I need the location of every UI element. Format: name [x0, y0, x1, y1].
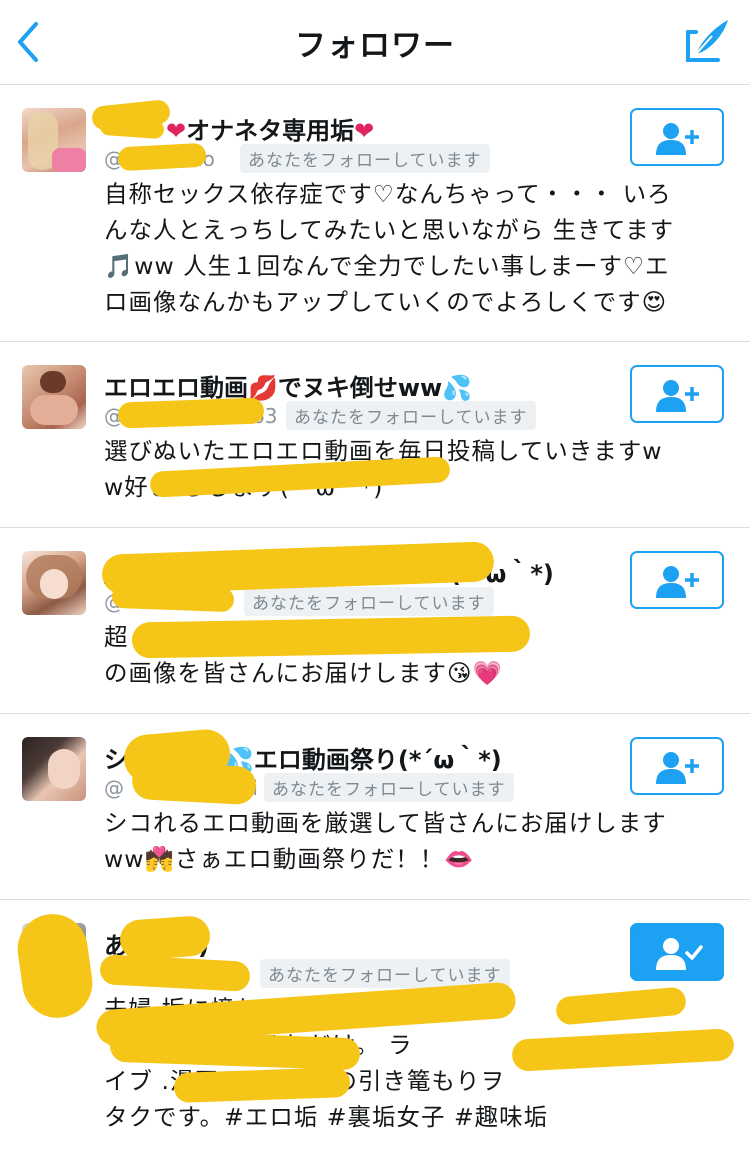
- add-user-icon: [656, 752, 699, 784]
- follower-row[interactable]: シ💦エロ動画祭り(*´ω｀*) @si あなたをフォローしています シコれるエロ…: [0, 714, 750, 900]
- follow-button[interactable]: [630, 365, 724, 423]
- follower-bio: シコれるエロ動画を厳選して皆さんにお届けします ww💏さぁエロ動画祭りだ！！👄: [104, 809, 667, 873]
- redaction-mark: [118, 914, 212, 962]
- follow-button[interactable]: [630, 551, 724, 609]
- follows-you-badge: あなたをフォローしています: [286, 401, 536, 430]
- redaction-mark: [117, 397, 265, 429]
- follower-row[interactable]: 超(*´ω｀*) @ あなたをフォローしています 超 ヌケルオススメ の画像を皆…: [0, 528, 750, 714]
- following-button[interactable]: [630, 923, 724, 981]
- follower-name: エロエロ動画💋でヌキ倒せww💦: [104, 374, 473, 402]
- redaction-mark: [117, 142, 207, 172]
- redaction-mark: [131, 760, 257, 806]
- follows-you-badge: あなたをフォローしています: [240, 144, 490, 173]
- page-title: フォロワー: [295, 28, 455, 64]
- redaction-mark: [99, 954, 251, 992]
- follows-you-badge: あなたをフォローしています: [244, 587, 494, 616]
- user-check-icon: [656, 938, 703, 970]
- follower-row[interactable]: あ) @ あなたをフォローしています 夫婦 垢に憧れてるだけ。 ー マ だけ。た…: [0, 900, 750, 1150]
- add-user-icon: [656, 566, 699, 598]
- follows-you-badge: あなたをフォローしています: [264, 773, 514, 802]
- avatar[interactable]: [22, 551, 86, 615]
- follower-row[interactable]: エロエロ動画💋でヌキ倒せww💦 @63 あなたをフォローしています 選びぬいたエ…: [0, 342, 750, 528]
- avatar[interactable]: [22, 365, 86, 429]
- redaction-mark: [131, 615, 531, 659]
- add-user-icon: [656, 380, 699, 412]
- follower-list: ❤オナネタ専用垢❤ @no あなたをフォローしています 自称セックス依存症です♡…: [0, 85, 750, 1150]
- compose-icon[interactable]: [682, 16, 732, 66]
- follower-row[interactable]: ❤オナネタ専用垢❤ @no あなたをフォローしています 自称セックス依存症です♡…: [0, 85, 750, 342]
- follow-button[interactable]: [630, 737, 724, 795]
- redaction-mark: [173, 1066, 351, 1104]
- add-user-icon: [656, 123, 699, 155]
- avatar[interactable]: [22, 737, 86, 801]
- nav-header: フォロワー: [0, 0, 750, 85]
- avatar[interactable]: [22, 108, 86, 172]
- redaction-mark: [111, 583, 235, 613]
- follow-button[interactable]: [630, 108, 724, 166]
- follower-bio: 自称セックス依存症です♡なんちゃって・・・ いろ んな人とえっちしてみたいと思い…: [104, 180, 675, 316]
